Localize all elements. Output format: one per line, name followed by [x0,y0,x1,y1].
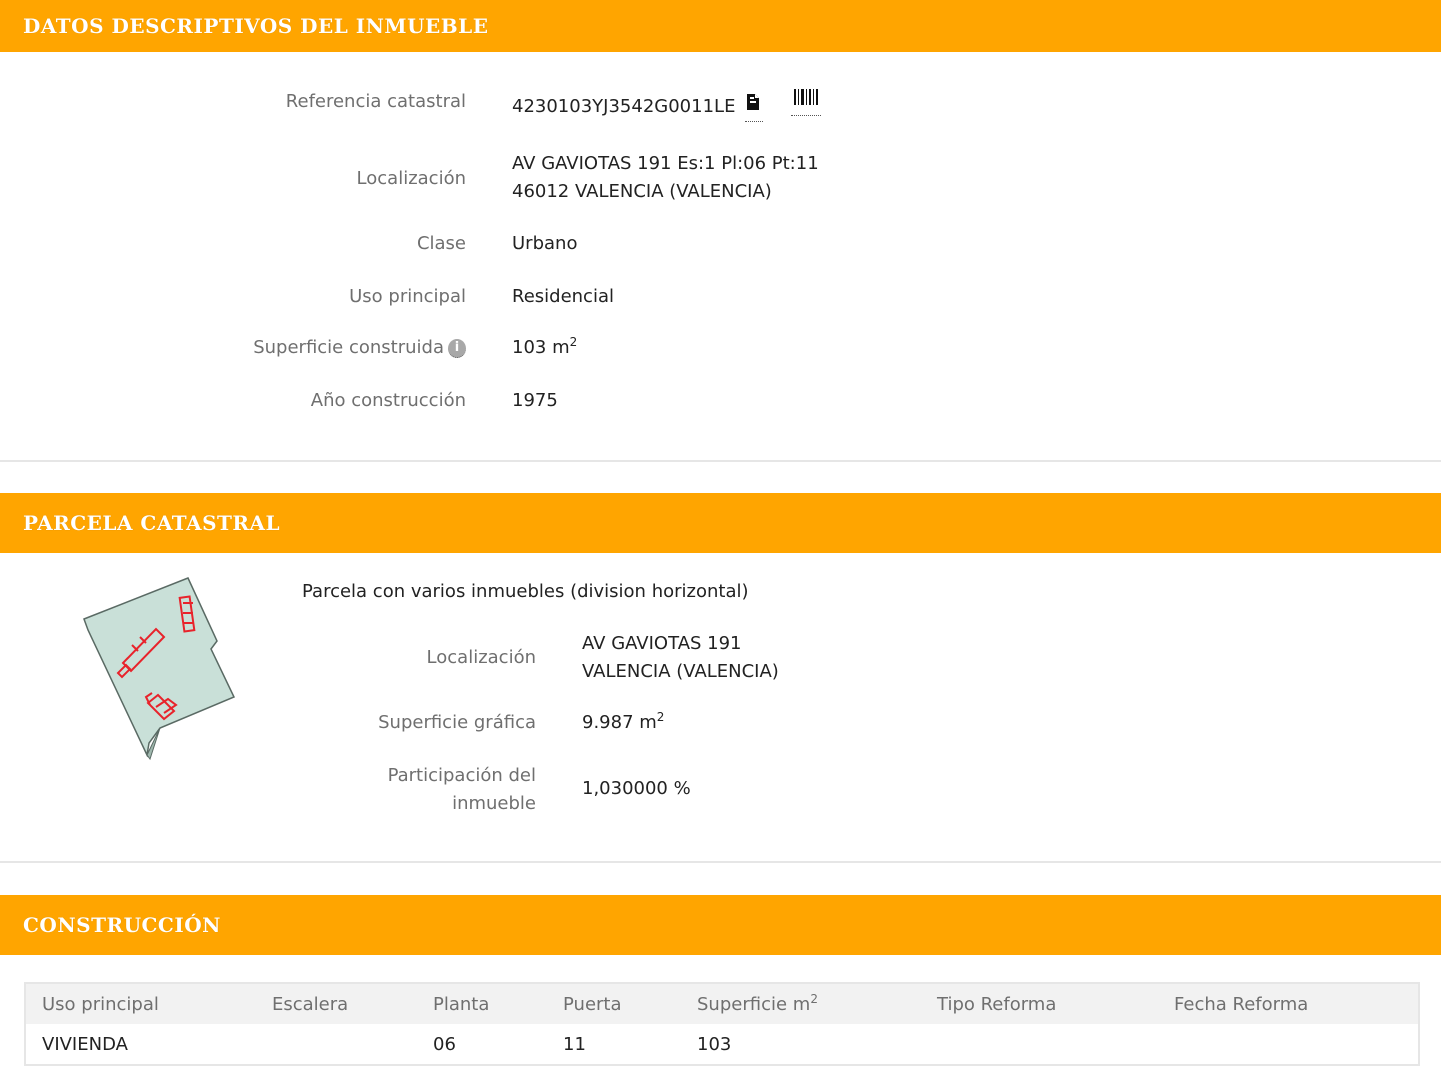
parcela-description: Parcela con varios inmuebles (division h… [302,581,749,602]
construccion-table: Uso principal Escalera Planta Puerta Sup… [24,982,1420,1066]
parcel-shape [83,577,236,758]
col-tipo-reforma: Tipo Reforma [921,983,1158,1024]
cell-tipo-reforma [921,1024,1158,1065]
copy-icon[interactable] [745,92,764,122]
value-superficie-construida: 103 m2 [512,334,577,362]
panel-header-construccion: CONSTRUCCIÓN [0,895,1441,955]
value-uso-principal: Residencial [512,286,614,307]
superficie-grafica-exp: 2 [656,710,665,724]
superficie-construida-value: 103 m [512,337,570,358]
label-uso-principal: Uso principal [349,286,466,307]
col-planta: Planta [417,983,547,1024]
parcela-localizacion-line1: AV GAVIOTAS 191 [582,633,742,654]
localizacion-line2: 46012 VALENCIA (VALENCIA) [512,181,772,202]
cell-uso: VIVIENDA [42,1033,128,1055]
value-anio-construccion: 1975 [512,390,558,411]
label-parcela-localizacion: Localización [426,647,536,668]
parcela-localizacion-line2: VALENCIA (VALENCIA) [582,661,779,682]
participacion-label-line1: Participación del [387,765,536,786]
value-referencia: 4230103YJ3542G0011LE [512,88,821,122]
panel-header-datos: DATOS DESCRIPTIVOS DEL INMUEBLE [0,0,1441,52]
label-superficie-grafica: Superficie gráfica [378,712,536,733]
superficie-construida-text: Superficie construida [253,337,444,358]
cell-planta: 06 [433,1033,456,1055]
table-header-row: Uso principal Escalera Planta Puerta Sup… [25,983,1419,1024]
col-superficie: Superficie m2 [681,983,921,1024]
label-clase: Clase [416,233,466,254]
parcel-map-thumbnail[interactable] [78,573,248,773]
barcode-icon[interactable] [790,87,821,116]
col-escalera: Escalera [256,983,417,1024]
col-superficie-exp: 2 [810,991,818,1006]
label-participacion: Participación del inmueble [388,762,536,818]
referencia-text: 4230103YJ3542G0011LE [512,96,736,117]
superficie-construida-exp: 2 [569,335,578,349]
value-localizacion: AV GAVIOTAS 191 Es:1 Pl:06 Pt:11 46012 V… [512,150,819,206]
panel-datos-descriptivos: DATOS DESCRIPTIVOS DEL INMUEBLE Referenc… [0,0,1441,462]
panel-title-datos: DATOS DESCRIPTIVOS DEL INMUEBLE [23,14,489,38]
label-anio-construccion: Año construcción [310,390,466,411]
value-parcela-localizacion: AV GAVIOTAS 191 VALENCIA (VALENCIA) [582,630,779,686]
label-superficie-construida: Superficie construida i [253,334,466,362]
localizacion-line1: AV GAVIOTAS 191 Es:1 Pl:06 Pt:11 [512,153,819,174]
cell-fecha-reforma [1158,1024,1419,1065]
col-puerta: Puerta [547,983,681,1024]
value-superficie-grafica: 9.987 m2 [582,709,664,737]
value-clase: Urbano [512,233,578,254]
superficie-grafica-value: 9.987 m [582,712,657,733]
label-referencia: Referencia catastral [285,91,466,112]
info-icon[interactable]: i [448,338,466,358]
col-superficie-text: Superficie m [697,993,811,1015]
panel-title-construccion: CONSTRUCCIÓN [23,913,221,937]
label-localizacion: Localización [356,168,466,189]
participacion-label-line2: inmueble [452,793,536,814]
col-fecha-reforma: Fecha Reforma [1158,983,1419,1024]
cell-puerta: 11 [563,1033,586,1055]
panel-header-parcela: PARCELA CATASTRAL [0,493,1441,553]
col-uso-principal: Uso principal [25,983,256,1024]
panel-parcela-catastral: PARCELA CATASTRAL Parcela con varios inm… [0,493,1441,863]
table-row: VIVIENDA 06 11 103 [25,1024,1419,1065]
cell-escalera [256,1024,417,1065]
panel-title-parcela: PARCELA CATASTRAL [23,511,281,535]
value-participacion: 1,030000 % [582,778,691,799]
cell-superficie: 103 [697,1033,732,1055]
